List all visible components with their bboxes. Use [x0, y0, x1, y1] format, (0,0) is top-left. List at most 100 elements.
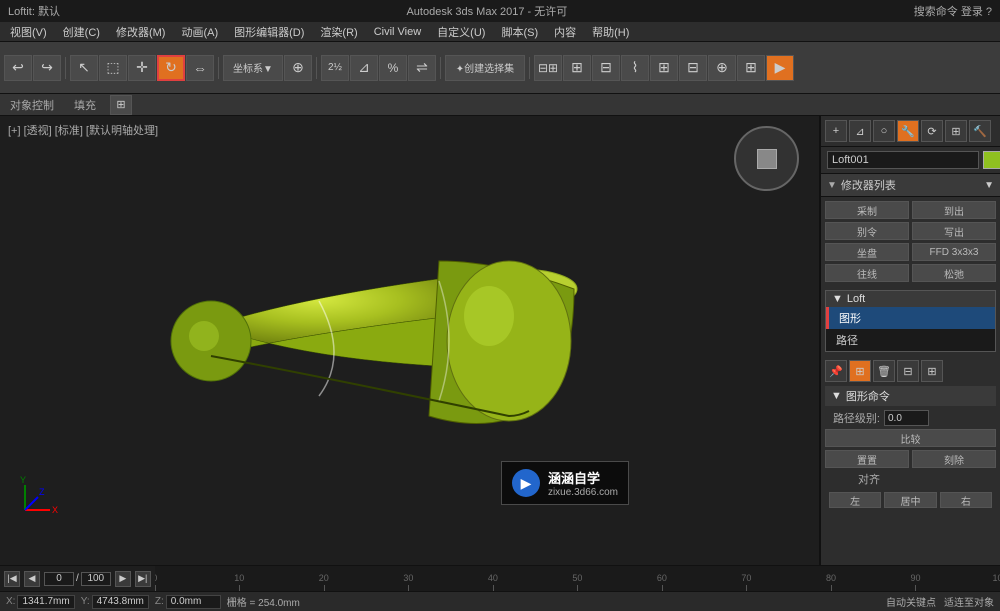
viewport-gizmo [734, 126, 799, 191]
select-button[interactable]: ↖ [70, 55, 98, 81]
menu-animation[interactable]: 动画(A) [175, 23, 224, 41]
watermark-play-icon: ▶ [521, 475, 532, 492]
tl-prev-btn[interactable]: |◀ [4, 571, 20, 587]
sub-tool-icon[interactable]: ⊞ [110, 95, 132, 115]
delete-btn[interactable]: 刻除 [912, 450, 996, 468]
modifier-list-dropdown-icon[interactable]: ▼ [984, 180, 994, 191]
curve-button[interactable]: ⌇ [621, 55, 649, 81]
menu-customize[interactable]: 自定义(U) [431, 23, 491, 41]
reference-coord-button[interactable]: 坐标系▼ [223, 55, 283, 81]
mod-stack-trash-icon[interactable]: 🗑 [873, 360, 895, 382]
collapse-btn[interactable]: 坐盘 [825, 243, 909, 261]
modifier-list-header[interactable]: ▼ 修改器列表 ▼ [821, 174, 1000, 197]
title-right: 搜索命令 登录 ? [914, 3, 992, 19]
material-button[interactable]: ⊕ [708, 55, 736, 81]
mod-stack-active-icon[interactable]: ⊞ [849, 360, 871, 382]
tl-tick-label-40: 40 [488, 573, 498, 583]
snap-button[interactable]: 2½ [321, 55, 349, 81]
toolbar-group-misc: 坐标系▼ ⊕ [223, 55, 312, 81]
pin-btn[interactable]: 往线 [825, 264, 909, 282]
cancel-btn[interactable]: 到出 [912, 201, 996, 219]
timeline-track[interactable]: 0102030405060708090100 [155, 566, 1000, 591]
align-button[interactable]: ⊞ [563, 55, 591, 81]
rotate-button[interactable]: ↻ [157, 55, 185, 81]
skin-btn[interactable]: 松弛 [912, 264, 996, 282]
timeline-area: |◀ ◀ / ▶ ▶| 0102030405060708090100 [0, 565, 1000, 591]
mod-stack-pin-icon[interactable]: 📌 [825, 360, 847, 382]
menu-scripting[interactable]: 脚本(S) [495, 23, 544, 41]
object-color-swatch[interactable] [983, 151, 1000, 169]
menu-graph-editor[interactable]: 图形编辑器(D) [228, 23, 310, 41]
apply-btn[interactable]: 采制 [825, 201, 909, 219]
svg-text:Y: Y [20, 475, 26, 485]
rp-top-icons: + ⊿ ○ 🔧 ⟳ ⊞ 🔨 [821, 116, 1000, 147]
mirror-button[interactable]: ⊟⊞ [534, 55, 562, 81]
rp-create-icon[interactable]: + [825, 120, 847, 142]
loft-header: ▼ Loft [826, 291, 995, 307]
coord-y-label: Y: [81, 596, 90, 607]
rp-modifier-icon[interactable]: 🔧 [897, 120, 919, 142]
mod-stack-copy-icon[interactable]: ⊞ [921, 360, 943, 382]
tl-tick-label-50: 50 [572, 573, 582, 583]
compare-btn[interactable]: 比较 [825, 429, 996, 447]
fill-item[interactable]: 填充 [68, 97, 102, 113]
rp-display-icon[interactable]: ⊞ [945, 120, 967, 142]
tl-back-btn[interactable]: ◀ [24, 571, 40, 587]
tl-next-btn[interactable]: ▶| [135, 571, 151, 587]
menu-view[interactable]: 视图(V) [4, 23, 53, 41]
title-bar: Loftit: 默认 Autodesk 3ds Max 2017 - 无许可 搜… [0, 0, 1000, 22]
spinner-snap-button[interactable]: ⇌ [408, 55, 436, 81]
modifier-btn-row-4: 往线 松弛 [825, 264, 996, 282]
redo-mod-btn[interactable]: 写出 [912, 222, 996, 240]
loft-item-path[interactable]: 路径 [826, 329, 995, 351]
menu-help[interactable]: 帮助(H) [586, 23, 635, 41]
rp-utilities-icon[interactable]: 🔨 [969, 120, 991, 142]
mod-stack-collapse-icon[interactable]: ⊟ [897, 360, 919, 382]
fig-cmd-label: 图形命令 [846, 388, 890, 404]
sep5 [529, 57, 530, 79]
schematic-button[interactable]: ⊟ [679, 55, 707, 81]
menu-content[interactable]: 内容 [548, 23, 582, 41]
menu-create[interactable]: 创建(C) [57, 23, 106, 41]
align-center-btn[interactable]: 居中 [884, 492, 936, 508]
undo-mod-btn[interactable]: 别令 [825, 222, 909, 240]
move-button[interactable]: ✛ [128, 55, 156, 81]
redo-button[interactable]: ↪ [33, 55, 61, 81]
render-button[interactable]: ▶ [766, 55, 794, 81]
tl-tick-50 [577, 585, 578, 591]
menu-modifier[interactable]: 修改器(M) [110, 23, 172, 41]
object-control-item[interactable]: 对象控制 [4, 97, 60, 113]
menu-render[interactable]: 渲染(R) [314, 23, 363, 41]
tl-tick-label-10: 10 [234, 573, 244, 583]
loft-item-shape[interactable]: 图形 [826, 307, 995, 329]
pivot-button[interactable]: ⊕ [284, 55, 312, 81]
viewport[interactable]: [+] [透视] [标准] [默认明轴处理] [0, 116, 820, 565]
tl-tick-label-80: 80 [826, 573, 836, 583]
align-left-btn[interactable]: 左 [829, 492, 881, 508]
svg-text:X: X [52, 505, 58, 515]
render-setup-button[interactable]: ⊞ [737, 55, 765, 81]
coord-z-label: Z: [155, 596, 164, 607]
ffd-btn[interactable]: FFD 3x3x3 [912, 243, 996, 261]
object-name-input[interactable] [827, 151, 979, 169]
modifier-list-arrow: ▼ [827, 180, 837, 191]
layer-button[interactable]: ⊟ [592, 55, 620, 81]
undo-button[interactable]: ↩ [4, 55, 32, 81]
tl-current-frame[interactable] [44, 572, 74, 586]
scale-button[interactable]: ⇔ [186, 55, 214, 81]
tl-total-frames[interactable] [81, 572, 111, 586]
graph-button[interactable]: ⊞ [650, 55, 678, 81]
rp-geometry-icon[interactable]: ⊿ [849, 120, 871, 142]
create-selection-button[interactable]: ✦创建选择集 [445, 55, 525, 81]
rp-shapes-icon[interactable]: ○ [873, 120, 895, 142]
tl-tick-label-0: 0 [155, 573, 158, 583]
path-level-input[interactable] [884, 410, 929, 426]
menu-civil-view[interactable]: Civil View [368, 25, 427, 39]
percent-snap-button[interactable]: % [379, 55, 407, 81]
align-right-btn[interactable]: 右 [940, 492, 992, 508]
angle-snap-button[interactable]: ⊿ [350, 55, 378, 81]
rp-motion-icon[interactable]: ⟳ [921, 120, 943, 142]
select-region-button[interactable]: ⬚ [99, 55, 127, 81]
tl-forward-btn[interactable]: ▶ [115, 571, 131, 587]
place-btn[interactable]: 置置 [825, 450, 909, 468]
